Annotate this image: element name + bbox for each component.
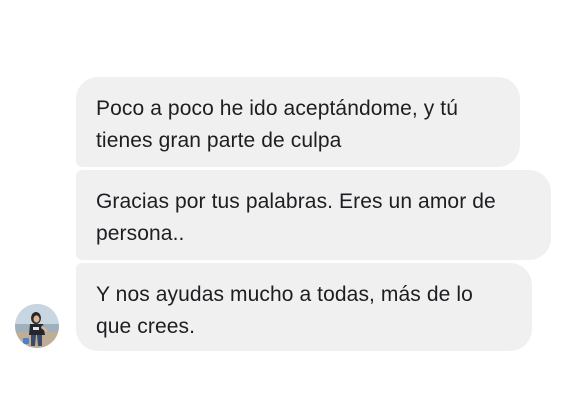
message-bubble[interactable]: Y nos ayudas mucho a todas, más de lo qu…: [76, 263, 532, 351]
chat-thread: Poco a poco he ido aceptándome, y tú tie…: [0, 0, 580, 419]
sender-avatar[interactable]: [15, 304, 59, 348]
message-text: Gracias por tus palabras. Eres un amor d…: [96, 190, 496, 245]
user-photo-avatar-icon: [15, 304, 59, 348]
message-text: Y nos ayudas mucho a todas, más de lo qu…: [96, 283, 473, 338]
message-text: Poco a poco he ido aceptándome, y tú tie…: [96, 97, 459, 152]
message-bubble[interactable]: Poco a poco he ido aceptándome, y tú tie…: [76, 77, 520, 167]
message-bubble[interactable]: Gracias por tus palabras. Eres un amor d…: [76, 170, 551, 260]
